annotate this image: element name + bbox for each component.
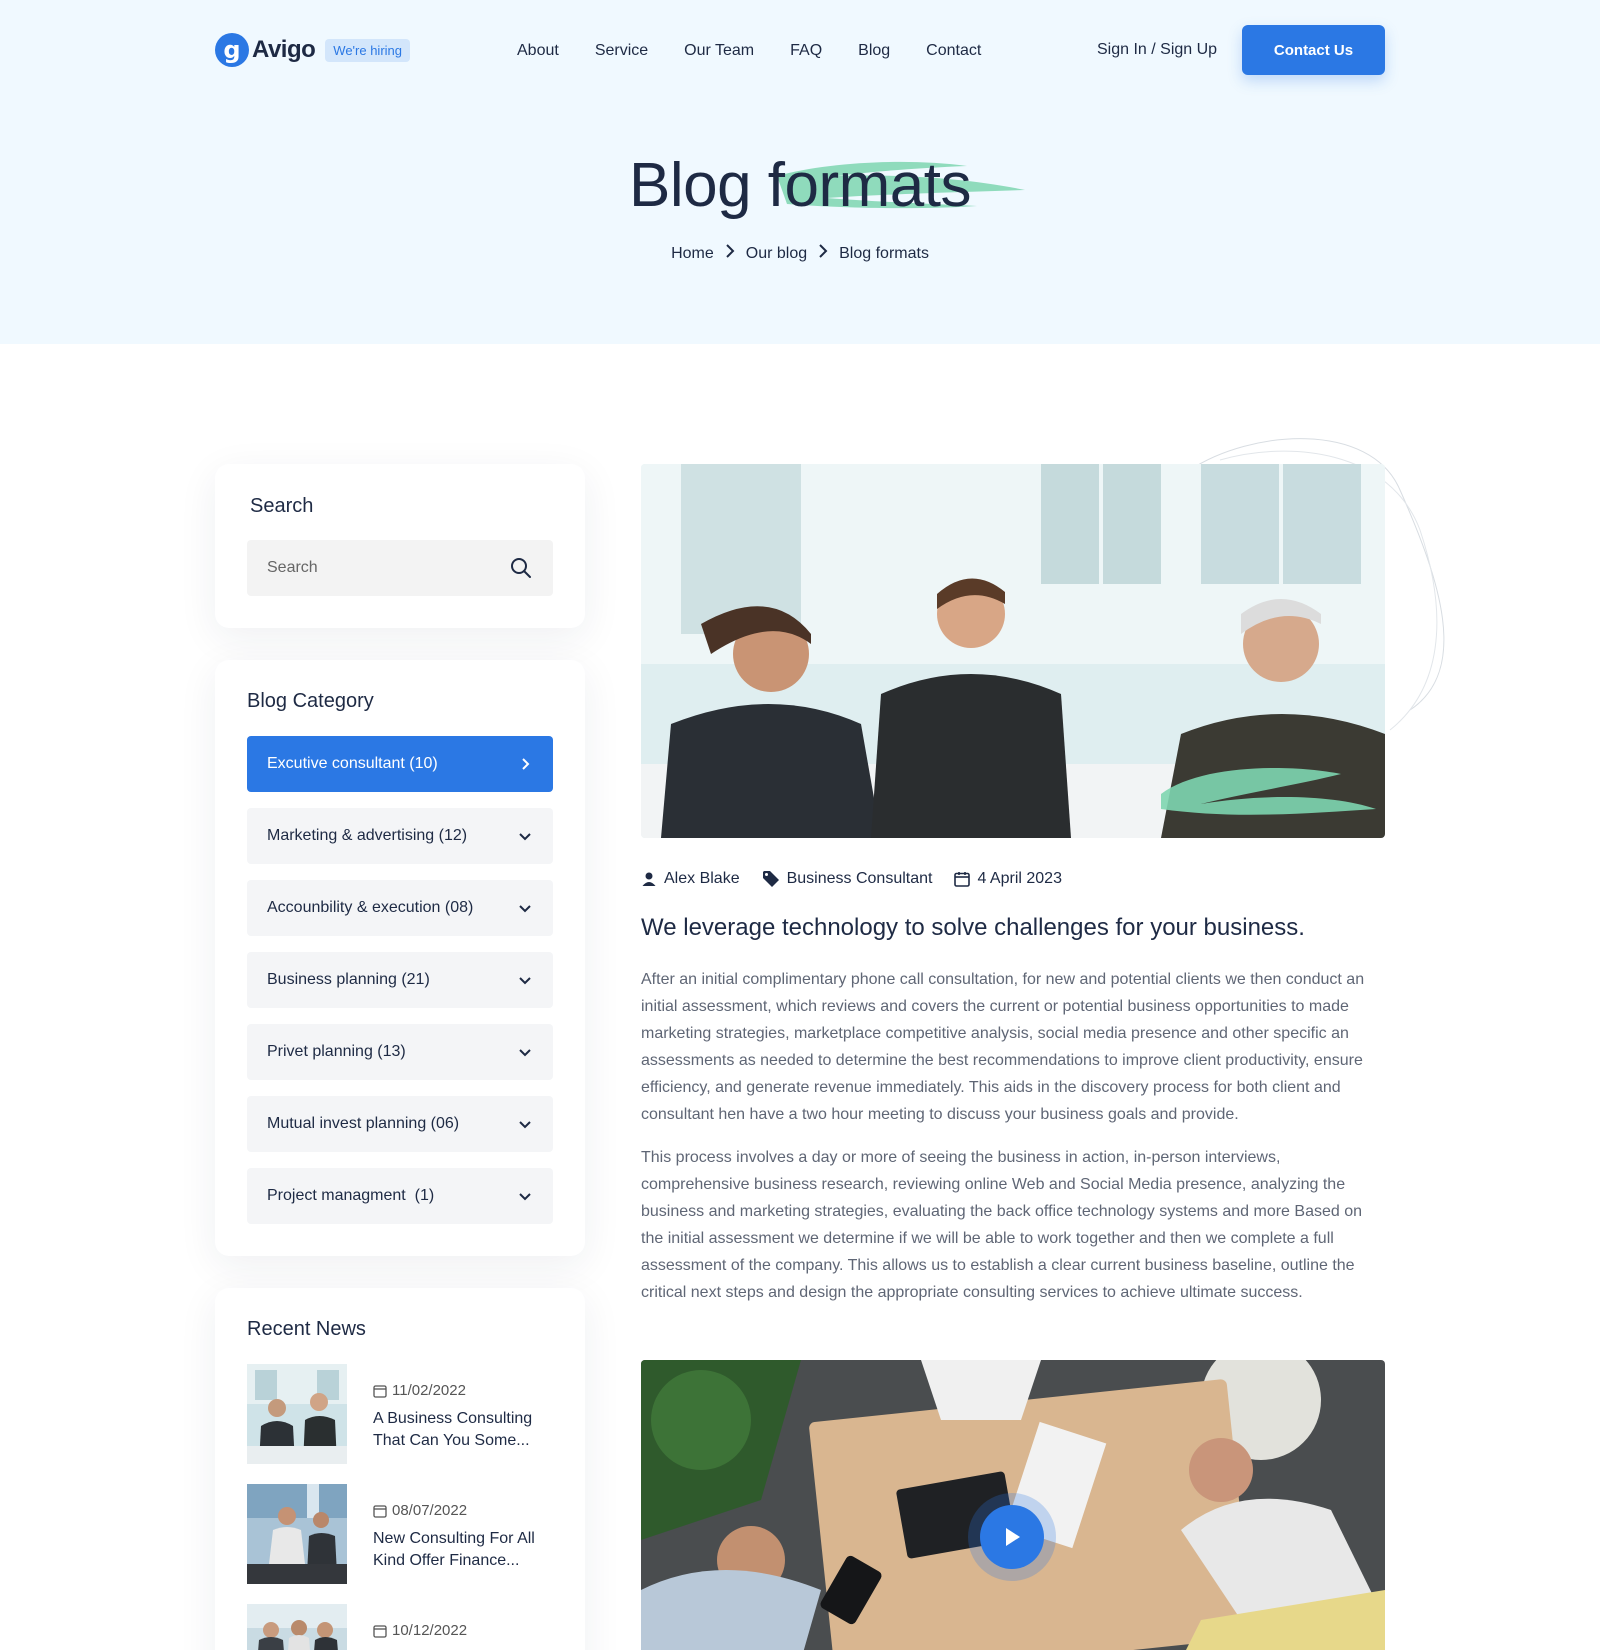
chevron-right-icon	[817, 243, 829, 264]
category-label: Project managment (1)	[267, 1187, 435, 1204]
logo-mark: g	[215, 33, 249, 67]
play-icon	[1006, 1528, 1020, 1546]
news-date: 08/07/2022	[373, 1502, 467, 1519]
calendar-icon	[954, 872, 971, 887]
post-video[interactable]	[641, 1360, 1385, 1650]
nav-our-team[interactable]: Our Team	[684, 42, 754, 60]
post-meta: Alex Blake Business Consultant 4 April 2…	[641, 870, 1084, 888]
category-item-project-management[interactable]: Project managment (1)	[247, 1168, 553, 1224]
category-item-executive-consultant[interactable]: Excutive consultant (10)	[247, 736, 553, 792]
chevron-right-icon	[522, 758, 530, 770]
category-label: Marketing & advertising (12)	[267, 827, 468, 844]
chevron-right-icon	[724, 243, 736, 264]
news-item[interactable]: 10/12/2022	[247, 1604, 553, 1650]
hiring-badge[interactable]: We're hiring	[325, 38, 410, 62]
chevron-down-icon	[519, 1121, 531, 1129]
page-title-part1: Blog	[628, 151, 768, 220]
chevron-down-icon	[519, 833, 531, 841]
news-thumbnail[interactable]	[247, 1604, 347, 1650]
news-title[interactable]: A Business Consulting That Can You Some.…	[373, 1408, 558, 1452]
calendar-icon	[373, 1384, 387, 1398]
signin-link[interactable]: Sign In / Sign Up	[1097, 41, 1217, 59]
chevron-down-icon	[519, 1049, 531, 1057]
recent-news-widget: Recent News 11/02/2022 A Business Consul…	[215, 1288, 585, 1650]
search-input[interactable]	[247, 540, 497, 596]
tag-icon	[762, 871, 779, 887]
nav-about[interactable]: About	[517, 42, 559, 60]
breadcrumb-home[interactable]: Home	[671, 245, 714, 263]
news-date-text: 08/07/2022	[392, 1502, 468, 1519]
hero-section: g Avigo We're hiring About Service Our T…	[0, 0, 1600, 344]
category-item-privet-planning[interactable]: Privet planning (13)	[247, 1024, 553, 1080]
search-box	[247, 540, 553, 596]
post-title: We leverage technology to solve challeng…	[641, 914, 1305, 941]
breadcrumb-current: Blog formats	[839, 244, 929, 262]
user-icon	[642, 872, 656, 886]
hero-title-wrap: Blog formats	[0, 150, 1600, 221]
news-title[interactable]: New Consulting For All Kind Offer Financ…	[373, 1528, 558, 1572]
top-navbar: g Avigo We're hiring About Service Our T…	[215, 25, 1385, 75]
blog-category-widget: Blog Category Excutive consultant (10) M…	[215, 660, 585, 1256]
post-author-name: Alex Blake	[664, 870, 740, 887]
news-item[interactable]: 11/02/2022 A Business Consulting That Ca…	[247, 1364, 553, 1464]
category-item-business-planning[interactable]: Business planning (21)	[247, 952, 553, 1008]
category-item-marketing[interactable]: Marketing & advertising (12)	[247, 808, 553, 864]
chevron-down-icon	[519, 977, 531, 985]
main-nav: About Service Our Team FAQ Blog Contact	[517, 42, 1017, 60]
news-item[interactable]: 08/07/2022 New Consulting For All Kind O…	[247, 1484, 553, 1584]
chevron-down-icon	[519, 905, 531, 913]
page-title-part2: formats	[767, 151, 972, 220]
post-featured-image	[641, 464, 1385, 838]
contact-us-button[interactable]: Contact Us	[1242, 25, 1385, 75]
news-date: 11/02/2022	[373, 1382, 466, 1399]
search-heading: Search	[250, 495, 314, 517]
news-thumbnail[interactable]	[247, 1364, 347, 1464]
logo[interactable]: g Avigo We're hiring	[215, 33, 410, 67]
news-thumbnail[interactable]	[247, 1484, 347, 1584]
post-date-text: 4 April 2023	[977, 870, 1062, 887]
category-label: Mutual invest planning (06)	[267, 1115, 460, 1132]
category-label: Excutive consultant (10)	[267, 755, 438, 772]
category-item-accountability[interactable]: Accounbility & execution (08)	[247, 880, 553, 936]
post-author[interactable]: Alex Blake	[641, 870, 740, 888]
nav-contact[interactable]: Contact	[926, 42, 981, 60]
search-widget: Search	[215, 464, 585, 628]
calendar-icon	[373, 1624, 387, 1638]
page-title: Blog formats	[628, 150, 1025, 221]
breadcrumb-our-blog[interactable]: Our blog	[746, 245, 807, 263]
breadcrumb: Home Our blog Blog formats	[0, 243, 1600, 264]
post-paragraph-1: After an initial complimentary phone cal…	[641, 971, 1365, 1123]
post-category[interactable]: Business Consultant	[762, 870, 933, 888]
category-label: Privet planning (13)	[267, 1043, 406, 1060]
recent-news-heading: Recent News	[247, 1318, 366, 1340]
news-date: 10/12/2022	[373, 1622, 467, 1639]
play-button[interactable]	[980, 1505, 1044, 1569]
post-category-name: Business Consultant	[786, 870, 933, 887]
category-label: Accounbility & execution (08)	[267, 899, 474, 916]
chevron-down-icon	[519, 1193, 531, 1201]
nav-faq[interactable]: FAQ	[790, 42, 822, 60]
search-icon[interactable]	[509, 556, 533, 580]
post-date: 4 April 2023	[954, 870, 1062, 888]
nav-blog[interactable]: Blog	[858, 42, 890, 60]
post-paragraph-2: This process involves a day or more of s…	[641, 1149, 1363, 1301]
nav-service[interactable]: Service	[595, 42, 648, 60]
category-heading: Blog Category	[247, 690, 374, 712]
logo-text: Avigo	[252, 36, 316, 63]
category-label: Business planning (21)	[267, 971, 430, 988]
calendar-icon	[373, 1504, 387, 1518]
news-date-text: 10/12/2022	[392, 1622, 468, 1639]
news-date-text: 11/02/2022	[392, 1382, 466, 1399]
category-item-mutual-invest[interactable]: Mutual invest planning (06)	[247, 1096, 553, 1152]
